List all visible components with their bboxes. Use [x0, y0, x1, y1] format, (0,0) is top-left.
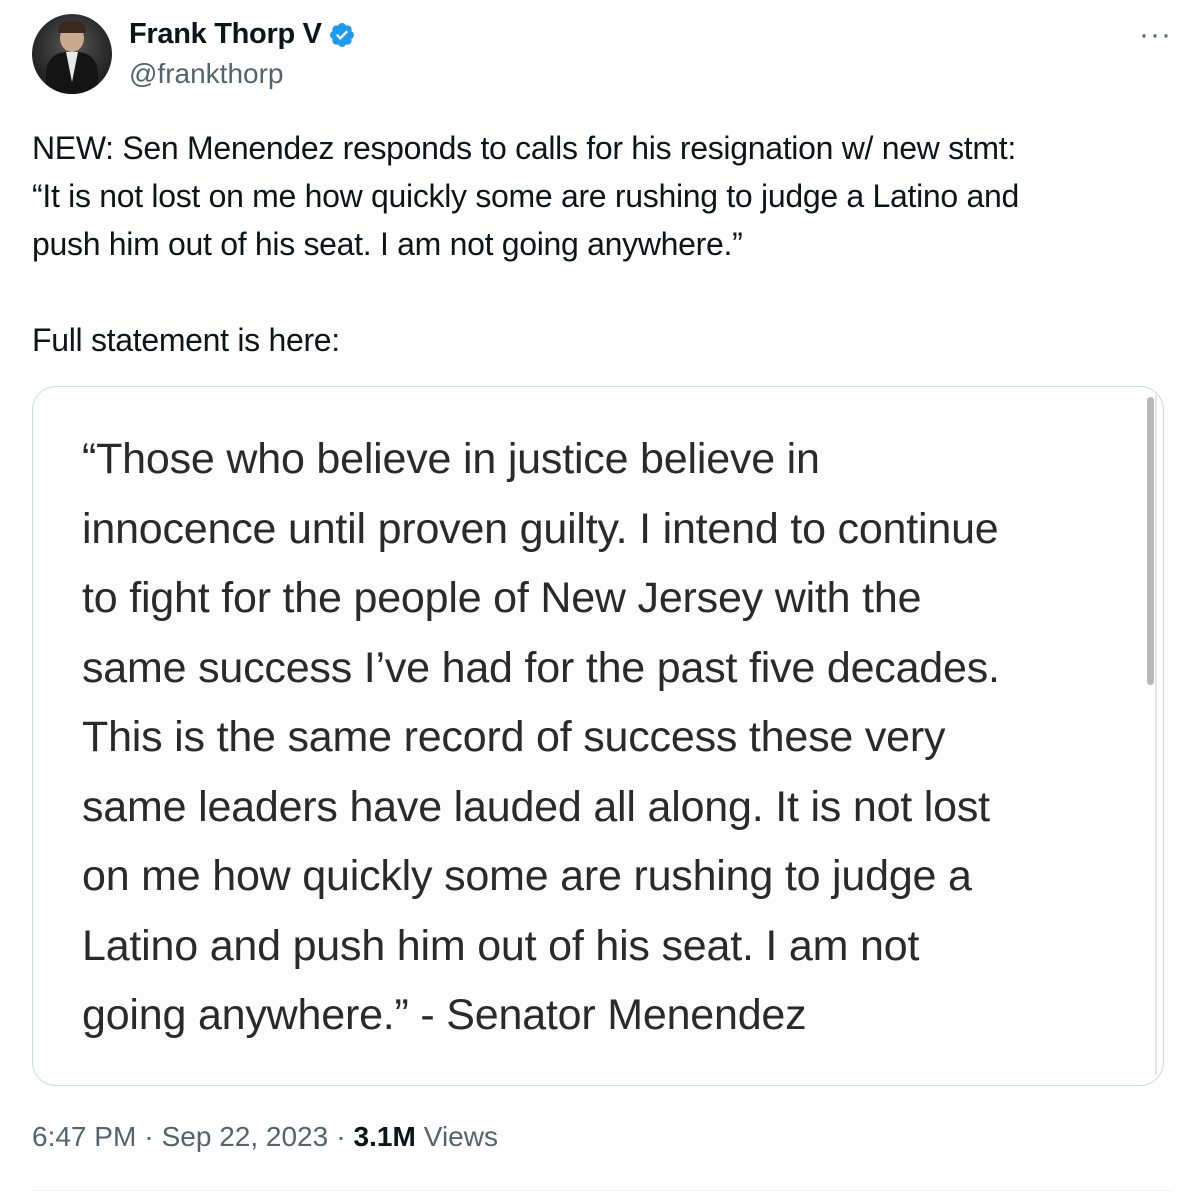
- views-label: Views: [423, 1121, 498, 1152]
- scrollbar-thumb: [1147, 397, 1154, 685]
- avatar[interactable]: [32, 14, 112, 94]
- more-options-icon[interactable]: ···: [1139, 20, 1172, 50]
- tweet-header: Frank Thorp V @frankthorp ···: [32, 14, 1172, 98]
- meta-separator: ·: [336, 1121, 346, 1152]
- media-scrollbar: [1143, 395, 1157, 1075]
- author-handle[interactable]: @frankthorp: [129, 58, 284, 90]
- tweet-text-paragraph: NEW: Sen Menendez responds to calls for …: [32, 130, 1019, 262]
- meta-separator: ·: [144, 1121, 154, 1152]
- tweet-metadata: 6:47 PM · Sep 22, 2023 · 3.1M Views: [32, 1121, 498, 1153]
- tweet-media-image[interactable]: “Those who believe in justice believe in…: [32, 386, 1164, 1086]
- author-display-name[interactable]: Frank Thorp V: [129, 18, 322, 51]
- tweet-time[interactable]: 6:47 PM: [32, 1121, 136, 1153]
- divider: [32, 1190, 1172, 1191]
- views-count[interactable]: 3.1M: [354, 1121, 416, 1153]
- tweet-text: NEW: Sen Menendez responds to calls for …: [32, 124, 1182, 364]
- author-name-row[interactable]: Frank Thorp V: [129, 18, 356, 51]
- verified-badge-icon: [329, 22, 354, 47]
- tweet-date[interactable]: Sep 22, 2023: [162, 1121, 329, 1153]
- statement-quote-text: “Those who believe in justice believe in…: [82, 435, 1000, 1039]
- tweet-text-paragraph: Full statement is here:: [32, 322, 340, 358]
